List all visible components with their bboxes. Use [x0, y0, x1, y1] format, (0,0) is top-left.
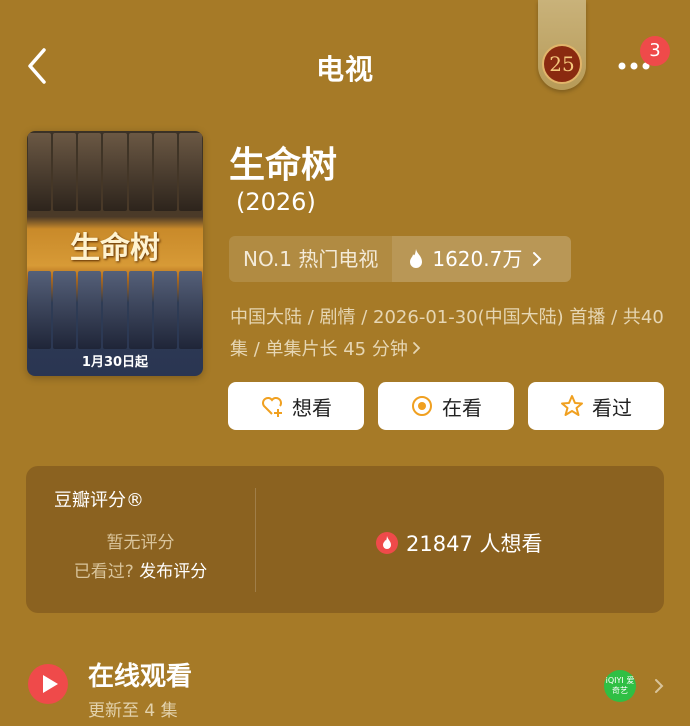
- watched-label: 看过: [592, 395, 632, 420]
- chevron-right-icon: [412, 342, 421, 354]
- rate-line: 已看过? 发布评分: [26, 557, 255, 582]
- want-to-watch-button[interactable]: 想看: [228, 382, 364, 430]
- show-year: (2026): [236, 188, 316, 216]
- heat-value-box: 1620.7万: [392, 236, 571, 282]
- online-watch-subtitle: 更新至 4 集: [88, 701, 178, 721]
- poster-cast-row: [27, 271, 203, 349]
- online-watch-row[interactable]: 在线观看 更新至 4 集 iQIYI 爱奇艺: [28, 650, 668, 726]
- show-title: 生命树: [229, 145, 338, 186]
- online-watch-title: 在线观看: [88, 662, 193, 692]
- want-to-watch-label: 想看: [292, 395, 332, 420]
- rating-title: 豆瓣评分®: [54, 490, 144, 511]
- page-title: 电视: [315, 53, 374, 86]
- iqiyi-icon: iQIYI 爱奇艺: [604, 670, 636, 702]
- heat-value: 1620.7万: [432, 247, 523, 271]
- watching-label: 在看: [442, 395, 482, 420]
- watched-button[interactable]: 看过: [528, 382, 664, 430]
- poster-cast-row: [27, 133, 203, 211]
- heart-plus-icon: [262, 397, 282, 417]
- chevron-right-icon: [655, 679, 664, 693]
- poster-date: 1月30日起: [81, 355, 149, 370]
- rank-label: NO.1 热门电视: [229, 236, 393, 282]
- watching-icon: [412, 396, 432, 416]
- fire-circle-icon: [376, 532, 398, 554]
- wish-count: 21847 人想看: [376, 528, 542, 558]
- poster-image[interactable]: 生命树 1月30日起: [27, 131, 203, 376]
- show-meta-text: 中国大陆 / 剧情 / 2026-01-30(中国大陆) 首播 / 共40集 /…: [230, 307, 664, 360]
- seen-question: 已看过?: [73, 562, 134, 582]
- top-bar: 电视 25 3: [0, 0, 690, 120]
- rating-card: 豆瓣评分® 暂无评分 已看过? 发布评分 21847 人想看: [26, 466, 664, 613]
- anniversary-badge-icon: 25: [542, 44, 582, 84]
- action-buttons: 想看 在看 看过: [228, 382, 664, 430]
- divider: [255, 488, 256, 592]
- star-icon: [561, 395, 583, 416]
- fire-icon: [410, 249, 423, 268]
- watching-button[interactable]: 在看: [378, 382, 514, 430]
- play-icon: [28, 664, 68, 704]
- rank-pill[interactable]: NO.1 热门电视 1620.7万: [229, 236, 571, 282]
- post-rating-link[interactable]: 发布评分: [139, 562, 207, 582]
- chevron-right-icon: [533, 252, 542, 266]
- ribbon-badge[interactable]: 25: [538, 0, 586, 90]
- no-rating-text: 暂无评分: [106, 533, 175, 553]
- show-meta[interactable]: 中国大陆 / 剧情 / 2026-01-30(中国大陆) 首播 / 共40集 /…: [230, 302, 670, 366]
- poster-title: 生命树: [70, 231, 160, 266]
- wish-count-text: 21847 人想看: [406, 532, 543, 556]
- notification-badge: 3: [640, 36, 670, 66]
